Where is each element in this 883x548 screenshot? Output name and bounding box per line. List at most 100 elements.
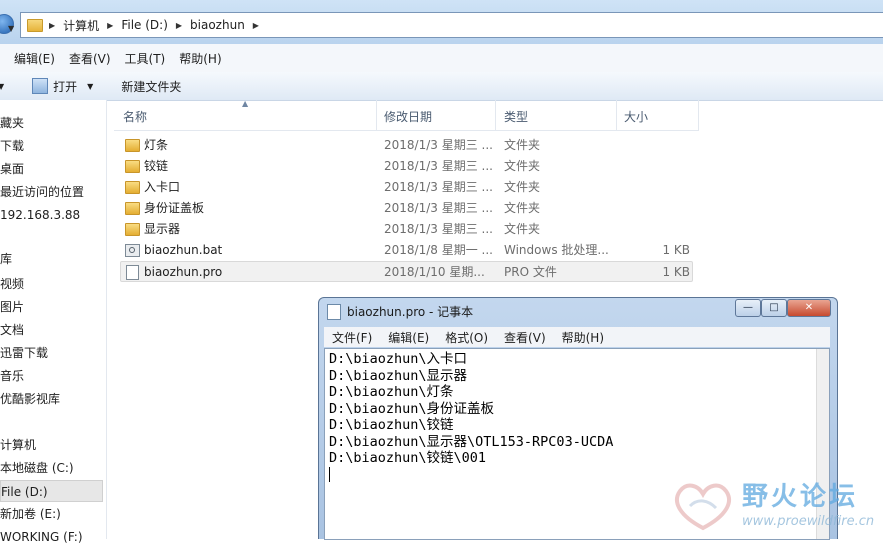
nav-item-drive-c[interactable]: 本地磁盘 (C:) <box>0 457 104 479</box>
nav-item-documents[interactable]: 文档 <box>0 319 104 341</box>
maximize-button[interactable]: □ <box>761 299 787 317</box>
notepad-menu-bar: 文件(F) 编辑(E) 格式(O) 查看(V) 帮助(H) <box>324 327 830 347</box>
close-button[interactable]: ✕ <box>787 299 831 317</box>
column-header-row: ▲ 名称 修改日期 类型 大小 <box>114 99 699 131</box>
column-divider[interactable] <box>616 100 617 130</box>
open-button[interactable]: 打开 <box>32 78 77 95</box>
minimize-button[interactable]: — <box>735 299 761 317</box>
nav-item-network-share[interactable]: 192.168.3.88 <box>0 204 104 226</box>
nav-item-libraries[interactable]: 库 <box>0 248 104 270</box>
nav-item-drive-d[interactable]: File (D:) <box>0 480 103 502</box>
chevron-right-icon[interactable]: ▶ <box>174 21 184 30</box>
file-name: 入卡口 <box>144 180 181 194</box>
file-date: 2018/1/8 星期一 ... <box>384 243 493 257</box>
file-row[interactable]: 灯条 2018/1/3 星期三 ... 文件夹 <box>120 135 693 156</box>
menu-view[interactable]: 查看(V) <box>62 50 118 67</box>
file-date: 2018/1/10 星期... <box>384 265 485 279</box>
file-row[interactable]: biaozhun.bat 2018/1/8 星期一 ... Windows 批处… <box>120 240 693 261</box>
menu-tools[interactable]: 工具(T) <box>118 50 173 67</box>
menu-file[interactable]: 文件(F) <box>324 329 380 346</box>
folder-icon <box>125 202 140 215</box>
nav-item-drive-e[interactable]: 新加卷 (E:) <box>0 503 104 525</box>
breadcrumb-folder[interactable]: biaozhun <box>184 18 251 32</box>
nav-item-music[interactable]: 音乐 <box>0 365 104 387</box>
chevron-right-icon[interactable]: ▶ <box>47 21 57 30</box>
notepad-icon <box>327 304 341 320</box>
open-dropdown-icon[interactable]: ▼ <box>87 82 93 91</box>
menu-format[interactable]: 格式(O) <box>437 329 496 346</box>
nav-item-youku[interactable]: 优酷影视库 <box>0 388 104 410</box>
file-date: 2018/1/3 星期三 ... <box>384 201 493 215</box>
file-row[interactable]: biaozhun.pro 2018/1/10 星期... PRO 文件 1 KB <box>120 261 693 282</box>
text-line: D:\biaozhun\铰链 <box>329 417 454 433</box>
watermark-logo-icon <box>675 483 731 531</box>
column-divider[interactable] <box>495 100 496 130</box>
folder-icon <box>125 181 140 194</box>
text-caret <box>329 466 330 482</box>
column-type[interactable]: 类型 <box>504 108 528 125</box>
chevron-right-icon[interactable]: ▶ <box>105 21 115 30</box>
text-file-icon <box>126 265 139 280</box>
nav-item-desktop[interactable]: 桌面 <box>0 158 104 180</box>
file-name: biaozhun.bat <box>144 243 223 257</box>
file-date: 2018/1/3 星期三 ... <box>384 138 493 152</box>
file-type: 文件夹 <box>504 201 541 215</box>
folder-icon <box>125 160 140 173</box>
nav-item-thunder-downloads[interactable]: 迅雷下载 <box>0 342 104 364</box>
breadcrumb-drive[interactable]: File (D:) <box>115 18 174 32</box>
column-date[interactable]: 修改日期 <box>384 108 432 125</box>
file-size: 1 KB <box>662 243 690 257</box>
watermark-url: www.proewildfire.cn <box>742 514 875 529</box>
text-line: D:\biaozhun\入卡口 <box>329 351 468 367</box>
file-type: 文件夹 <box>504 159 541 173</box>
notepad-title: biaozhun.pro - 记事本 <box>347 305 474 319</box>
file-date: 2018/1/3 星期三 ... <box>384 222 493 236</box>
new-folder-button[interactable]: 新建文件夹 <box>121 78 181 95</box>
nav-item-favorites[interactable]: 藏夹 <box>0 112 104 134</box>
column-name[interactable]: 名称 <box>123 108 147 125</box>
open-icon <box>32 78 49 94</box>
folder-icon <box>27 18 43 32</box>
address-field[interactable]: ▶ 计算机 ▶ File (D:) ▶ biaozhun ▶ <box>20 12 883 38</box>
navigation-pane: 藏夹 下载 桌面 最近访问的位置 192.168.3.88 库 视频 图片 文档… <box>0 100 107 544</box>
chevron-right-icon[interactable]: ▶ <box>251 21 261 30</box>
nav-item-videos[interactable]: 视频 <box>0 273 104 295</box>
nav-item-recent[interactable]: 最近访问的位置 <box>0 181 104 203</box>
address-bar-area: ▼ ▶ 计算机 ▶ File (D:) ▶ biaozhun ▶ <box>0 0 883 44</box>
file-type: Windows 批处理... <box>504 243 609 257</box>
text-line: D:\biaozhun\身份证盖板 <box>329 400 495 417</box>
text-line: D:\biaozhun\灯条 <box>329 384 454 400</box>
menu-help[interactable]: 帮助(H) <box>554 329 612 346</box>
menu-view[interactable]: 查看(V) <box>496 329 554 346</box>
folder-icon <box>125 139 140 152</box>
text-line: D:\biaozhun\显示器 <box>329 367 468 384</box>
menu-edit[interactable]: 编辑(E) <box>0 50 62 67</box>
file-row[interactable]: 显示器 2018/1/3 星期三 ... 文件夹 <box>120 219 693 240</box>
breadcrumb-computer[interactable]: 计算机 <box>57 17 105 34</box>
file-row[interactable]: 铰链 2018/1/3 星期三 ... 文件夹 <box>120 156 693 177</box>
nav-item-drive-f[interactable]: WORKING (F:) <box>0 526 104 548</box>
file-name: 铰链 <box>144 159 169 173</box>
column-size[interactable]: 大小 <box>624 108 648 125</box>
column-divider[interactable] <box>698 100 699 130</box>
file-date: 2018/1/3 星期三 ... <box>384 180 493 194</box>
menu-help[interactable]: 帮助(H) <box>172 50 228 67</box>
file-date: 2018/1/3 星期三 ... <box>384 159 493 173</box>
menu-edit[interactable]: 编辑(E) <box>380 329 437 346</box>
command-bar: ▼ 打开 ▼ 新建文件夹 <box>0 72 883 101</box>
file-type: 文件夹 <box>504 180 541 194</box>
chevron-down-icon[interactable]: ▼ <box>0 82 4 91</box>
file-name: 显示器 <box>144 222 181 236</box>
text-line: D:\biaozhun\显示器\OTL153-RPC03-UCDA <box>329 433 614 450</box>
text-line: D:\biaozhun\铰链\001 <box>329 450 487 466</box>
batch-file-icon <box>125 244 140 257</box>
column-divider[interactable] <box>376 100 377 130</box>
file-row[interactable]: 身份证盖板 2018/1/3 星期三 ... 文件夹 <box>120 198 693 219</box>
file-row[interactable]: 入卡口 2018/1/3 星期三 ... 文件夹 <box>120 177 693 198</box>
menu-bar: 编辑(E) 查看(V) 工具(T) 帮助(H) <box>0 44 883 72</box>
nav-item-pictures[interactable]: 图片 <box>0 296 104 318</box>
nav-item-computer[interactable]: 计算机 <box>0 434 104 456</box>
recent-pages-chevron-icon[interactable]: ▼ <box>8 24 14 33</box>
file-type: PRO 文件 <box>504 265 557 279</box>
nav-item-downloads[interactable]: 下载 <box>0 135 104 157</box>
